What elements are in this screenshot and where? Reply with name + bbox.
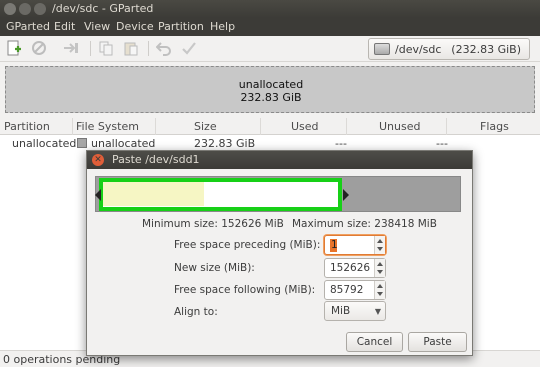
- free-space-following-input[interactable]: 85792: [324, 280, 386, 300]
- free-space-preceding-value: 1: [331, 239, 338, 251]
- delete-icon[interactable]: [31, 40, 47, 56]
- spin-arrows[interactable]: [374, 281, 385, 299]
- cell-partition: unallocated: [12, 137, 77, 150]
- column-partition[interactable]: Partition: [4, 120, 50, 133]
- resize-move-icon[interactable]: [63, 40, 79, 56]
- gparted-window: /dev/sdc - GParted GParted Edit View Dev…: [0, 0, 540, 367]
- resize-handle-left-icon[interactable]: [95, 189, 101, 201]
- toolbar: /dev/sdc (232.83 GiB): [0, 36, 540, 62]
- filesystem-color-swatch: [77, 138, 87, 148]
- cell-file-system: unallocated: [91, 137, 156, 150]
- paste-button[interactable]: Paste: [408, 332, 467, 352]
- align-to-label: Align to:: [174, 306, 218, 318]
- menu-bar: GParted Edit View Device Partition Help: [0, 18, 540, 36]
- resizer-selection-frame[interactable]: [99, 178, 342, 211]
- maximum-size: Maximum size: 238418 MiB: [292, 218, 437, 230]
- column-separator: [72, 118, 73, 135]
- dropdown-arrow-icon: ▼: [374, 307, 381, 316]
- window-minimize-button[interactable]: [19, 3, 31, 15]
- dialog-title: Paste /dev/sdd1: [112, 153, 200, 166]
- toolbar-separator: [148, 41, 149, 56]
- menu-edit[interactable]: Edit: [54, 20, 75, 33]
- column-size[interactable]: Size: [194, 120, 217, 133]
- partition-table-header: Partition File System Size Used Unused F…: [0, 118, 540, 135]
- new-partition-icon[interactable]: [6, 40, 22, 56]
- device-name: /dev/sdc: [395, 43, 442, 56]
- hard-disk-icon: [374, 43, 390, 55]
- cell-size: 232.83 GiB: [194, 137, 256, 150]
- spin-up-icon[interactable]: [377, 239, 383, 243]
- spin-down-icon[interactable]: [377, 270, 383, 274]
- cell-used: ---: [335, 137, 347, 150]
- window-maximize-button[interactable]: [34, 3, 46, 15]
- paste-dialog: ✕ Paste /dev/sdd1 Minimum size: 152626 M…: [86, 150, 473, 356]
- free-space-following-value: 85792: [330, 284, 364, 296]
- minimum-size: Minimum size: 152626 MiB: [142, 218, 284, 230]
- new-size-value: 152626: [330, 262, 371, 274]
- spin-down-icon[interactable]: [377, 247, 383, 251]
- paste-icon[interactable]: [123, 40, 139, 56]
- spin-arrows[interactable]: [374, 259, 385, 277]
- menu-view[interactable]: View: [84, 20, 110, 33]
- toolbar-separator: [90, 41, 91, 56]
- column-flags[interactable]: Flags: [480, 120, 509, 133]
- menu-partition[interactable]: Partition: [158, 20, 204, 33]
- menu-gparted[interactable]: GParted: [6, 20, 50, 33]
- partition-map-label: unallocated: [238, 78, 304, 91]
- dialog-title-bar: ✕ Paste /dev/sdd1: [87, 151, 472, 169]
- partition-map[interactable]: unallocated 232.83 GiB: [5, 66, 535, 113]
- column-separator: [155, 118, 156, 135]
- copy-icon[interactable]: [98, 40, 114, 56]
- column-separator: [260, 118, 261, 135]
- device-selector[interactable]: /dev/sdc (232.83 GiB): [368, 38, 530, 60]
- column-separator: [446, 118, 447, 135]
- apply-icon[interactable]: [181, 40, 197, 56]
- dialog-close-button[interactable]: ✕: [92, 154, 104, 166]
- partition-resizer[interactable]: [95, 176, 461, 212]
- free-space-preceding-input[interactable]: 1: [324, 235, 386, 255]
- free-space-following-label: Free space following (MiB):: [174, 284, 316, 296]
- resize-handle-right-icon[interactable]: [343, 189, 349, 201]
- window-close-button[interactable]: [4, 3, 16, 15]
- device-size: (232.83 GiB): [451, 43, 521, 56]
- menu-help[interactable]: Help: [210, 20, 235, 33]
- align-to-value: MiB: [331, 305, 351, 317]
- column-file-system[interactable]: File System: [76, 120, 139, 133]
- new-size-input[interactable]: 152626: [324, 258, 386, 278]
- align-to-select[interactable]: MiB ▼: [324, 301, 386, 321]
- partition-map-size: 232.83 GiB: [240, 91, 302, 104]
- column-used[interactable]: Used: [291, 120, 319, 133]
- spin-down-icon[interactable]: [377, 292, 383, 296]
- spin-up-icon[interactable]: [377, 284, 383, 288]
- cell-unused: ---: [436, 137, 448, 150]
- menu-device[interactable]: Device: [116, 20, 154, 33]
- spin-up-icon[interactable]: [377, 262, 383, 266]
- column-separator: [346, 118, 347, 135]
- undo-icon[interactable]: [156, 40, 172, 56]
- new-size-label: New size (MiB):: [174, 262, 255, 274]
- column-unused[interactable]: Unused: [379, 120, 420, 133]
- title-bar: /dev/sdc - GParted: [0, 0, 540, 18]
- window-title: /dev/sdc - GParted: [52, 2, 154, 15]
- spin-arrows[interactable]: [374, 236, 385, 254]
- free-space-preceding-label: Free space preceding (MiB):: [174, 239, 321, 251]
- cancel-button[interactable]: Cancel: [346, 332, 403, 352]
